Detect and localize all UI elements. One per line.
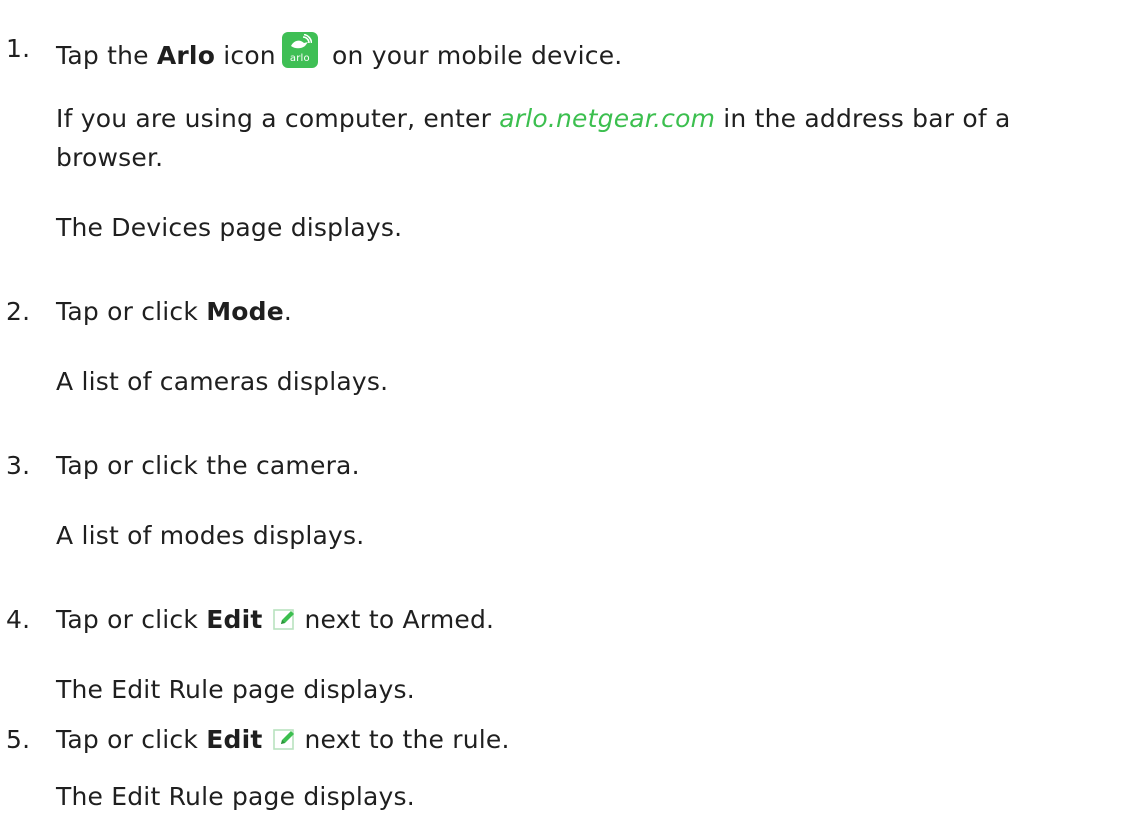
edit-pencil-icon xyxy=(272,729,294,750)
step-number: 2. xyxy=(6,297,31,326)
arlo-app-icon: arlo xyxy=(281,32,318,68)
edit-pencil-icon xyxy=(272,609,294,630)
mode-label: Mode xyxy=(206,297,284,326)
step-number: 1. xyxy=(6,34,31,63)
edit-label: Edit xyxy=(206,725,263,754)
app-name: Arlo xyxy=(156,41,216,70)
arlo-website-link[interactable]: arlo.netgear.com xyxy=(499,104,715,133)
step-number: 3. xyxy=(6,451,31,480)
edit-label: Edit xyxy=(206,605,263,634)
bird-icon xyxy=(290,34,312,49)
step-1-text: Tap the Arlo icon arlo on your mobile dev… xyxy=(56,32,622,73)
arlo-icon-label: arlo xyxy=(289,53,310,64)
step-number: 5. xyxy=(6,725,31,754)
step-number: 4. xyxy=(6,605,31,634)
